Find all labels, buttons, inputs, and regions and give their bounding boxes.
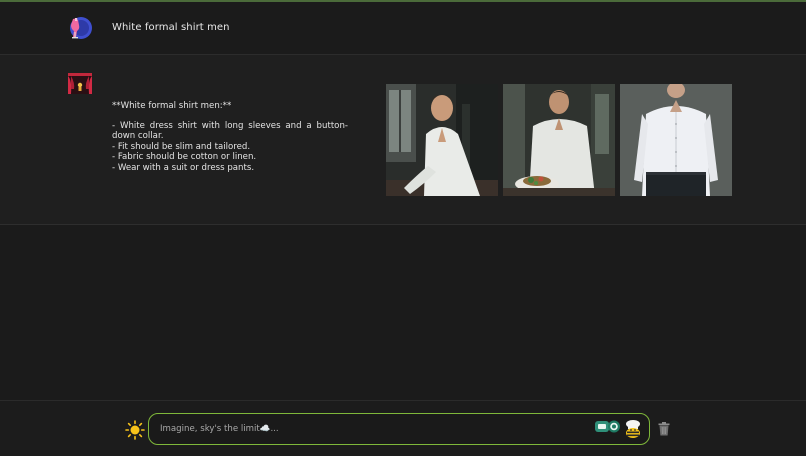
bot-message-line: - Wear with a suit or dress pants. [112,162,255,173]
bot-message-line: - Fit should be slim and tailored. [112,141,251,152]
trash-icon[interactable] [658,422,670,436]
composer-bar [0,400,806,456]
prompt-input-box [148,413,650,445]
chef-bee-icon[interactable] [623,419,643,439]
theater-curtain-avatar-icon [68,73,92,94]
bot-message-row: **White formal shirt men:** - White dres… [0,55,806,225]
gallery-image[interactable] [386,84,498,196]
prompt-input[interactable] [160,421,580,437]
bot-message-line: - Fabric should be cotton or linen. [112,152,257,163]
user-message-text: White formal shirt men [112,22,230,33]
gallery-image[interactable] [620,84,732,196]
mannequin-avatar-icon [70,17,92,39]
gallery-image[interactable] [503,84,615,196]
bot-message-heading: **White formal shirt men:** [112,101,232,111]
speech-bubbles-icon[interactable] [594,420,622,434]
chat-app: White formal shirt men **White formal sh… [0,0,806,456]
image-gallery [386,84,732,196]
bot-message-line: - White dress shirt with long sleeves an… [112,120,348,142]
bot-message-text: **White formal shirt men:** - White dres… [112,101,348,174]
sun-icon[interactable] [125,420,145,440]
user-message-row: White formal shirt men [0,2,806,55]
